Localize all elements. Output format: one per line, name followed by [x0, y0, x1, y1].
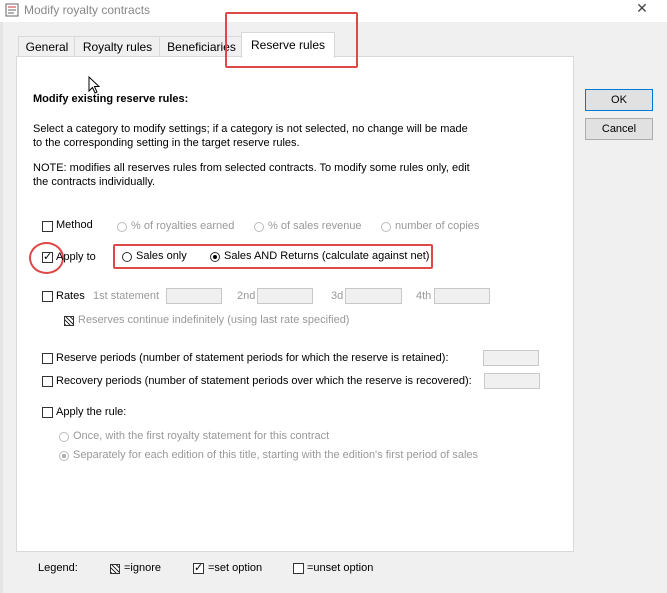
mouse-cursor-icon	[88, 76, 101, 94]
recovery-periods-field[interactable]	[484, 373, 540, 389]
reserves-continue-label: Reserves continue indefinitely (using la…	[78, 314, 350, 326]
apply-option-sales-and-returns: Sales AND Returns (calculate against net…	[224, 250, 430, 262]
rate-3d-label: 3d	[331, 290, 344, 302]
apply-rule-option-separately: Separately for each edition of this titl…	[73, 449, 479, 461]
reserves-continue-checkbox[interactable]	[64, 316, 74, 326]
legend-ignore-text: =ignore	[124, 562, 162, 574]
apply-rule-radio-once[interactable]	[59, 432, 69, 442]
method-option-copies: number of copies	[395, 220, 480, 232]
legend-unset-text: =unset option	[307, 562, 374, 574]
rate-1st-field[interactable]	[166, 288, 222, 304]
legend-set-icon	[193, 561, 204, 574]
apply-rule-radio-separately[interactable]	[59, 451, 69, 461]
legend-set-text: =set option	[208, 562, 263, 574]
close-icon[interactable]: ✕	[630, 0, 654, 17]
recovery-periods-label: Recovery periods (number of statement pe…	[56, 375, 472, 387]
rate-1st-label: 1st statement	[93, 290, 160, 302]
rate-4th-label: 4th	[416, 290, 432, 302]
legend-ignore-icon	[110, 564, 120, 574]
method-label: Method	[56, 219, 93, 231]
apply-to-label: Apply to	[56, 251, 96, 263]
ok-button[interactable]: OK	[585, 89, 653, 111]
apply-rule-checkbox[interactable]	[42, 407, 53, 418]
rates-label: Rates	[56, 290, 85, 302]
method-radio-sales-revenue[interactable]	[254, 222, 264, 232]
method-option-sales-revenue: % of sales revenue	[268, 220, 362, 232]
method-option-royalties: % of royalties earned	[131, 220, 235, 232]
window-title: Modify royalty contracts	[24, 3, 151, 17]
rate-3d-field[interactable]	[345, 288, 402, 304]
rate-2nd-label: 2nd	[237, 290, 256, 302]
reserve-periods-label: Reserve periods (number of statement per…	[56, 352, 449, 364]
apply-radio-sales-and-returns[interactable]	[210, 252, 220, 262]
tab-royalty-rules[interactable]: Royalty rules	[74, 36, 161, 57]
intro-text-line2: to the corresponding setting in the targ…	[33, 137, 300, 149]
apply-to-checkbox[interactable]	[42, 250, 53, 263]
tab-label: General	[25, 40, 69, 54]
note-text-line1: NOTE: modifies all reserves rules from s…	[33, 162, 470, 174]
highlight-box-tab	[225, 12, 358, 68]
note-text-line2: the contracts individually.	[33, 176, 156, 188]
cancel-button[interactable]: Cancel	[585, 118, 653, 140]
app-icon	[5, 3, 19, 17]
apply-radio-sales-only[interactable]	[122, 252, 132, 262]
intro-text-line1: Select a category to modify settings; if…	[33, 123, 468, 135]
method-radio-royalties[interactable]	[117, 222, 127, 232]
rates-checkbox[interactable]	[42, 291, 53, 302]
legend-unset-icon	[293, 563, 304, 574]
apply-option-sales-only: Sales only	[136, 250, 187, 262]
legend-label: Legend:	[38, 562, 78, 574]
section-heading: Modify existing reserve rules:	[33, 93, 189, 105]
rate-2nd-field[interactable]	[257, 288, 313, 304]
method-radio-copies[interactable]	[381, 222, 391, 232]
reserve-periods-field[interactable]	[483, 350, 539, 366]
tab-label: Royalty rules	[82, 40, 153, 54]
recovery-periods-checkbox[interactable]	[42, 376, 53, 387]
window-left-edge	[0, 22, 3, 593]
apply-rule-label: Apply the rule:	[56, 406, 127, 418]
reserve-periods-checkbox[interactable]	[42, 353, 53, 364]
apply-rule-option-once: Once, with the first royalty statement f…	[73, 430, 330, 442]
method-checkbox[interactable]	[42, 221, 53, 232]
tab-general[interactable]: General	[18, 36, 76, 57]
rate-4th-field[interactable]	[434, 288, 490, 304]
